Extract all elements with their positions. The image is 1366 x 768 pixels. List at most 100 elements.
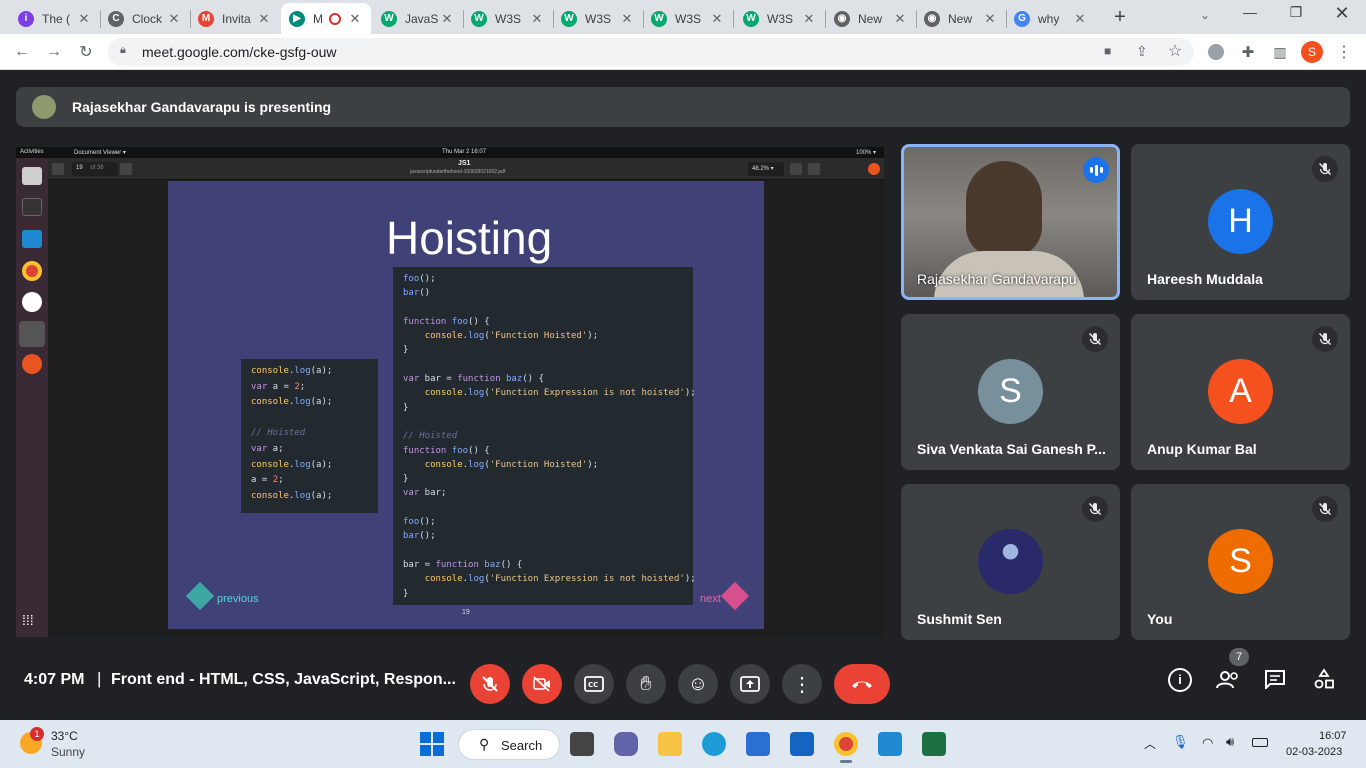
tab-5[interactable]: W JavaS ✕ — [373, 3, 463, 34]
tab-6[interactable]: W W3S ✕ — [463, 3, 553, 34]
chrome-icon[interactable] — [22, 261, 42, 281]
reload-icon[interactable]: ↻ — [74, 40, 98, 64]
extensions-icon[interactable]: ✚ — [1236, 40, 1260, 64]
captions-button[interactable]: CC — [574, 664, 614, 704]
participant-tile[interactable]: Rajasekhar Gandavarapu — [901, 144, 1120, 300]
page-number-field[interactable]: 19 of 36 — [72, 162, 118, 176]
sidebar-toggle-icon[interactable] — [52, 163, 64, 175]
microphone-off-button[interactable] — [470, 664, 510, 704]
tab-close-icon[interactable]: ✕ — [76, 11, 92, 27]
slack-icon[interactable] — [22, 292, 42, 312]
tab-favicon-icon: ◉ — [924, 10, 940, 27]
tab-4[interactable]: ▶ M ✕ — [281, 3, 371, 34]
raise-hand-button[interactable]: ✋︎ — [626, 664, 666, 704]
document-viewer-icon[interactable] — [19, 321, 45, 347]
next-label[interactable]: next — [700, 593, 721, 605]
camera-in-use-icon[interactable]: ■ — [1104, 44, 1111, 58]
wifi-icon[interactable]: ◠ — [1202, 735, 1213, 751]
show-hidden-icons[interactable]: ︿ — [1144, 735, 1156, 752]
tab-close-icon[interactable]: ✕ — [709, 11, 725, 27]
participant-tile[interactable]: Sushmit Sen — [901, 484, 1120, 640]
volume-icon[interactable]: 🔊︎ — [1226, 734, 1234, 750]
edge-icon[interactable] — [702, 732, 726, 756]
terminal-icon[interactable] — [22, 198, 42, 216]
menu-icon[interactable] — [808, 163, 820, 175]
next-arrow-icon[interactable] — [720, 581, 750, 611]
tab-close-icon[interactable]: ✕ — [166, 11, 182, 27]
grammarly-icon[interactable] — [1204, 40, 1228, 64]
tab-close-icon[interactable]: ✕ — [801, 11, 817, 27]
taskbar-date[interactable]: 02-03-2023 — [1286, 746, 1342, 758]
more-options-button[interactable]: ⋮ — [782, 664, 822, 704]
bookmark-star-icon[interactable]: ☆ — [1168, 41, 1182, 61]
share-icon[interactable]: ⇪ — [1136, 43, 1148, 60]
reactions-button[interactable]: ☺ — [678, 664, 718, 704]
tab-1[interactable]: i The (✕ — [10, 3, 100, 34]
tab-11[interactable]: ◉ New ✕ — [916, 3, 1006, 34]
tab-10[interactable]: ◉ New ✕ — [826, 3, 916, 34]
files-icon[interactable] — [22, 167, 42, 185]
tab-close-icon[interactable]: ✕ — [982, 11, 998, 27]
tab-close-icon[interactable]: ✕ — [1072, 11, 1088, 27]
zoom-field[interactable]: 48.2% ▾ — [748, 162, 784, 176]
tab-close-icon[interactable]: ✕ — [439, 11, 455, 27]
address-bar[interactable]: 🔒︎ meet.google.com/cke-gsfg-ouw ■ ⇪ ☆ — [108, 38, 1194, 66]
tab-close-icon[interactable]: ✕ — [347, 11, 363, 27]
mail-icon[interactable] — [790, 732, 814, 756]
tab-9[interactable]: W W3S ✕ — [735, 3, 825, 34]
excel-icon[interactable] — [922, 732, 946, 756]
microsoft-store-icon[interactable] — [746, 732, 770, 756]
previous-label[interactable]: previous — [217, 593, 259, 605]
file-explorer-icon[interactable] — [658, 732, 682, 756]
leave-call-button[interactable] — [834, 664, 890, 704]
tab-2[interactable]: C Clock ✕ — [100, 3, 190, 34]
participant-tile[interactable]: A Anup Kumar Bal — [1131, 314, 1350, 470]
profile-avatar[interactable]: S — [1300, 40, 1324, 64]
forward-icon[interactable]: → — [42, 40, 66, 64]
minimize-button[interactable]: — — [1238, 4, 1262, 28]
tab-close-icon[interactable]: ✕ — [619, 11, 635, 27]
tab-close-icon[interactable]: ✕ — [529, 11, 545, 27]
teams-chat-icon[interactable] — [614, 732, 638, 756]
participant-tile[interactable]: S You — [1131, 484, 1350, 640]
task-view-icon[interactable] — [570, 732, 594, 756]
activities-icon[interactable] — [1313, 668, 1335, 690]
tab-12[interactable]: Gwhy ✕ — [1006, 3, 1096, 34]
vscode-icon[interactable] — [22, 230, 42, 248]
taskbar-time[interactable]: 16:07 — [1319, 730, 1347, 742]
camera-off-button[interactable] — [522, 664, 562, 704]
tab-8[interactable]: W W3S ✕ — [643, 3, 733, 34]
annotate-icon[interactable] — [120, 163, 132, 175]
previous-arrow-icon[interactable] — [185, 581, 215, 611]
tab-close-icon[interactable]: ✕ — [256, 11, 272, 27]
chrome-menu-icon[interactable]: ⋮ — [1332, 40, 1356, 64]
tab-3[interactable]: M Invita ✕ — [190, 3, 280, 34]
side-panel-icon[interactable]: ▥ — [1268, 40, 1292, 64]
start-button-icon[interactable] — [420, 732, 444, 756]
new-tab-button[interactable]: + — [1108, 6, 1132, 30]
tab-title: W3S — [495, 11, 522, 26]
battery-icon[interactable] — [1252, 738, 1268, 747]
close-icon[interactable] — [868, 163, 880, 175]
mic-off-icon — [482, 676, 498, 692]
show-apps-icon[interactable]: ⁞⁞⁞ — [22, 612, 34, 628]
people-button[interactable] — [1214, 668, 1242, 692]
tab-close-icon[interactable]: ✕ — [892, 11, 908, 27]
chrome-taskbar-icon[interactable] — [834, 732, 858, 756]
restore-button[interactable]: ❐ — [1284, 4, 1308, 28]
present-now-button[interactable] — [730, 664, 770, 704]
vscode-taskbar-icon[interactable] — [878, 732, 902, 756]
microphone-tray-icon[interactable]: 🎙︎ — [1172, 734, 1189, 750]
close-window-button[interactable]: ✕ — [1330, 3, 1354, 27]
app-center-icon[interactable] — [22, 354, 42, 374]
chat-icon[interactable] — [1264, 669, 1286, 691]
participant-tile[interactable]: H Hareesh Muddala — [1131, 144, 1350, 300]
slide-title: Hoisting — [386, 212, 553, 264]
tab-search-icon[interactable]: ⌄ — [1196, 8, 1214, 26]
taskbar-search[interactable]: ⚲ Search — [458, 729, 560, 760]
search-icon[interactable] — [790, 163, 802, 175]
meeting-details-icon[interactable]: i — [1168, 668, 1192, 692]
tab-7[interactable]: W W3S ✕ — [553, 3, 643, 34]
participant-tile[interactable]: S Siva Venkata Sai Ganesh P... — [901, 314, 1120, 470]
back-icon[interactable]: ← — [10, 40, 34, 64]
